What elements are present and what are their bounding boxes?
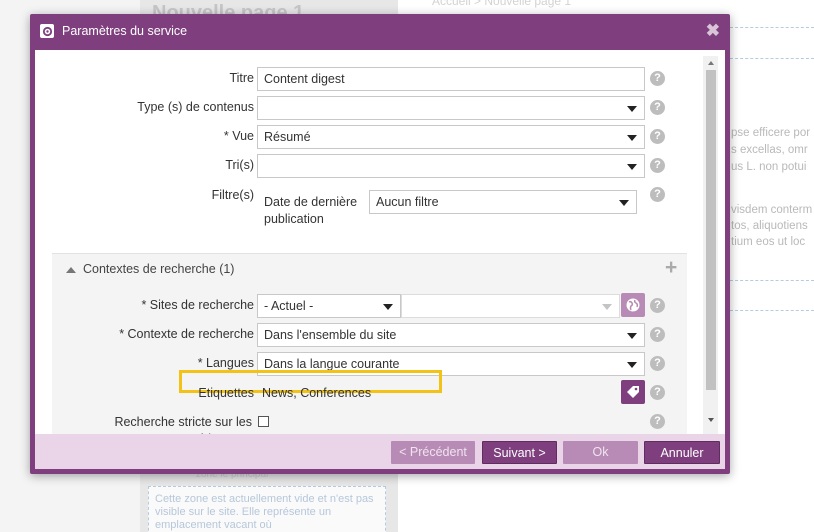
background-breadcrumb: Accueil > Nouvelle page 1 <box>432 0 572 8</box>
view-value: Résumé <box>264 130 311 144</box>
sort-label: Tri(s) <box>225 158 254 172</box>
title-label: Titre <box>229 71 254 85</box>
chevron-down-icon <box>383 304 393 310</box>
service-settings-icon <box>40 24 54 38</box>
help-icon[interactable]: ? <box>650 298 665 313</box>
tag-icon[interactable] <box>621 380 645 404</box>
chevron-down-icon <box>627 135 637 141</box>
dialog-header: Paramètres du service ✖ <box>30 14 730 47</box>
search-contexts-title[interactable]: Contextes de recherche (1) <box>83 262 234 276</box>
dialog-body: Titre Content digest ? Type (s) de conte… <box>35 50 725 434</box>
add-context-icon[interactable]: + <box>665 257 677 278</box>
help-icon[interactable]: ? <box>650 71 665 86</box>
sort-select[interactable] <box>257 154 645 178</box>
background-divider <box>730 310 814 311</box>
chevron-down-icon <box>627 333 637 339</box>
filter-select[interactable]: Aucun filtre <box>369 190 637 214</box>
tags-label: Etiquettes <box>198 386 254 400</box>
strict-search-checkbox[interactable] <box>258 416 269 427</box>
filter-value: Aucun filtre <box>376 195 439 209</box>
content-type-label: Type (s) de contenus <box>137 100 254 114</box>
search-context-select[interactable]: Dans l'ensemble du site <box>257 323 645 347</box>
scroll-up-icon[interactable] <box>708 61 714 65</box>
background-text-line: s excellas, omr <box>731 144 808 156</box>
title-input[interactable]: Content digest <box>257 67 645 91</box>
languages-value: Dans la langue courante <box>264 357 400 371</box>
background-divider <box>730 58 814 59</box>
background-divider <box>730 27 814 28</box>
scrollbar-thumb[interactable] <box>706 70 716 390</box>
previous-button[interactable]: < Précédent <box>391 441 475 464</box>
help-icon[interactable]: ? <box>650 414 665 429</box>
help-icon[interactable]: ? <box>650 158 665 173</box>
view-label: * Vue <box>223 129 254 143</box>
globe-icon[interactable] <box>621 293 645 317</box>
tags-value: News, Conferences <box>262 386 372 400</box>
help-icon[interactable]: ? <box>650 187 665 202</box>
search-context-value: Dans l'ensemble du site <box>264 328 397 342</box>
background-text-line: tium eos ut loc <box>731 236 806 248</box>
chevron-down-icon <box>602 304 612 310</box>
search-sites-extra-select[interactable] <box>401 294 620 318</box>
chevron-down-icon <box>619 200 629 206</box>
view-select[interactable]: Résumé <box>257 125 645 149</box>
background-text-line: tos, aliquotiens <box>731 220 808 232</box>
help-icon[interactable]: ? <box>650 129 665 144</box>
next-button[interactable]: Suivant > <box>482 441 557 464</box>
dialog-title: Paramètres du service <box>62 24 188 38</box>
background-divider <box>730 280 814 281</box>
service-parameters-dialog: Paramètres du service ✖ Titre Content di… <box>30 14 730 474</box>
strict-search-label: Recherche stricte sur les étiquettes <box>114 415 252 434</box>
background-text-line: us L. non potui <box>731 161 807 173</box>
scroll-down-icon[interactable] <box>708 418 714 422</box>
background-text-line: pse efficere por <box>731 127 811 139</box>
search-sites-value: - Actuel - <box>264 299 314 313</box>
dialog-footer: < Précédent Suivant > Ok Annuler <box>35 434 725 469</box>
chevron-down-icon <box>627 362 637 368</box>
title-input-value: Content digest <box>264 72 345 86</box>
search-context-label: * Contexte de recherche <box>119 327 254 341</box>
chevron-down-icon <box>627 164 637 170</box>
chevron-down-icon <box>627 106 637 112</box>
help-icon[interactable]: ? <box>650 385 665 400</box>
collapse-arrow-icon[interactable] <box>66 267 76 273</box>
help-icon[interactable]: ? <box>650 327 665 342</box>
search-sites-select[interactable]: - Actuel - <box>257 294 401 318</box>
filter-label: Filtre(s) <box>211 188 254 202</box>
cancel-button[interactable]: Annuler <box>644 441 720 464</box>
filter-date-label: Date de dernière publication <box>264 195 358 226</box>
background-text-line: visdem conterm <box>731 204 813 216</box>
close-icon[interactable]: ✖ <box>706 22 720 39</box>
search-sites-label: * Sites de recherche <box>141 298 254 312</box>
languages-label: * Langues <box>197 356 254 370</box>
help-icon[interactable]: ? <box>650 100 665 115</box>
background-empty-zone-text: Cette zone est actuellement vide et n'es… <box>155 493 374 531</box>
content-type-select[interactable] <box>257 96 645 120</box>
help-icon[interactable]: ? <box>650 356 665 371</box>
ok-button[interactable]: Ok <box>563 441 638 464</box>
